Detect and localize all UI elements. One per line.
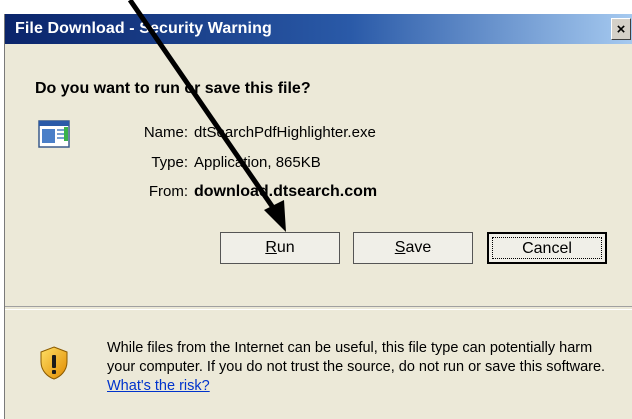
- field-from-row: From: download.dtsearch.com: [0, 183, 632, 205]
- file-name-value: dtSearchPdfHighlighter.exe: [194, 124, 376, 141]
- warning-text: While files from the Internet can be use…: [107, 340, 606, 375]
- run-button[interactable]: Run: [220, 232, 340, 264]
- title-bar: File Download - Security Warning ×: [5, 14, 632, 44]
- whats-the-risk-link[interactable]: What's the risk?: [107, 378, 210, 394]
- close-icon[interactable]: ×: [611, 18, 631, 40]
- field-type-row: Type: Application, 865KB: [0, 154, 632, 174]
- run-label: un: [276, 239, 295, 256]
- dialog-content: Do you want to run or save this file?: [5, 44, 632, 306]
- field-label: From:: [148, 183, 188, 200]
- field-label: Name:: [143, 124, 188, 141]
- field-name-row: Name: dtSearchPdfHighlighter.exe: [0, 124, 632, 144]
- file-type-value: Application, 865KB: [194, 154, 321, 171]
- cancel-label: Cancel: [492, 237, 602, 259]
- run-mnemonic: R: [265, 239, 277, 256]
- field-label: Type:: [151, 154, 188, 171]
- save-button[interactable]: Save: [353, 232, 473, 264]
- save-label: ave: [405, 239, 432, 256]
- shield-warning-icon: [40, 346, 68, 380]
- file-source-value: download.dtsearch.com: [194, 183, 378, 200]
- save-mnemonic: S: [394, 239, 406, 256]
- warning-message: While files from the Internet can be use…: [107, 339, 607, 396]
- cancel-button[interactable]: Cancel: [487, 232, 607, 264]
- window-title: File Download - Security Warning: [15, 20, 272, 37]
- dialog-question: Do you want to run or save this file?: [35, 80, 311, 97]
